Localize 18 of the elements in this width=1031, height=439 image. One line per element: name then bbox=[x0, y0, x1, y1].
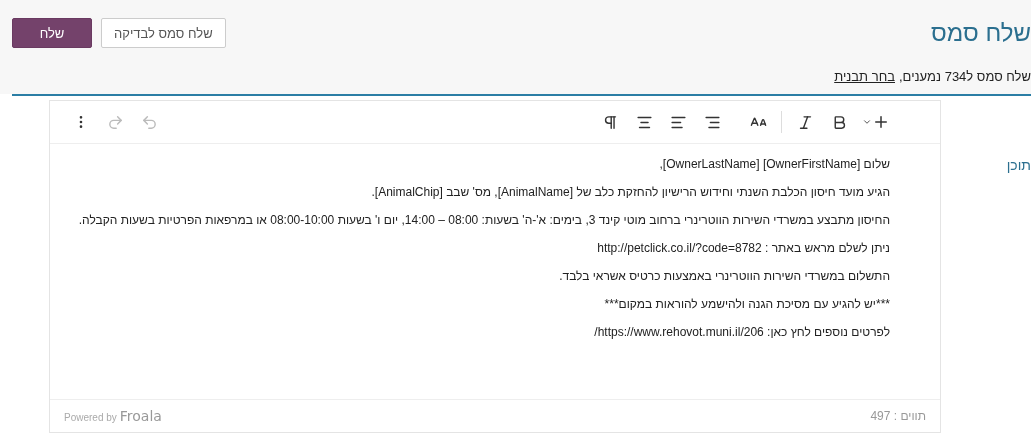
message-paragraph: לפרטים נוספים לחץ כאן: https://www.rehovot.muni.il/206/ bbox=[593, 326, 890, 338]
send-button[interactable]: שלח bbox=[12, 18, 92, 48]
test-send-button[interactable]: שלח סמס לבדיקה bbox=[101, 18, 226, 48]
message-paragraph: ניתן לשלם מראש באתר : http://petclick.co.il/?code=8782 bbox=[596, 242, 890, 254]
message-paragraph: התשלום במשרדי השירות הווטרינרי באמצעות כרטיס אשראי בלבד. bbox=[558, 270, 890, 282]
page-title: שלח סמס bbox=[931, 19, 1031, 47]
add-dropdown-icon[interactable] bbox=[862, 113, 890, 131]
message-paragraph: החיסון מתבצע במשרדי השירות הווטרינרי ברחוב מוטי קינד 3, בימים: א'-ה' בשעות: 08:00 – 14:00, יום ו' בשעות 08:00-10:00 או במרפאות הפרטיות בשעות הקבלה. bbox=[77, 214, 890, 226]
message-paragraph: שלום [OwnerFirstName] [OwnerLastName], bbox=[658, 158, 890, 170]
message-paragraph: ***יש להגיע עם מסיכת הגנה ולהישמע להוראות במקום*** bbox=[603, 298, 890, 310]
powered-by-text: Powered by bbox=[64, 412, 117, 423]
field-label: תוכן bbox=[1006, 157, 1031, 173]
choose-template-link[interactable]: בחר תבנית bbox=[834, 68, 895, 84]
recipients-text: שלח סמס ל734 נמענים, bbox=[899, 68, 1031, 84]
brand-logo: Froala bbox=[119, 408, 162, 424]
text-editor[interactable] bbox=[49, 100, 941, 433]
character-count: תווים : 497 bbox=[870, 409, 926, 423]
message-paragraph: הגיע מועד חיסון הכלבת השנתי וחידוש הרישיון להחזקת כלב של [AnimalName], מס' שבב [AnimalChip]. bbox=[370, 186, 890, 198]
